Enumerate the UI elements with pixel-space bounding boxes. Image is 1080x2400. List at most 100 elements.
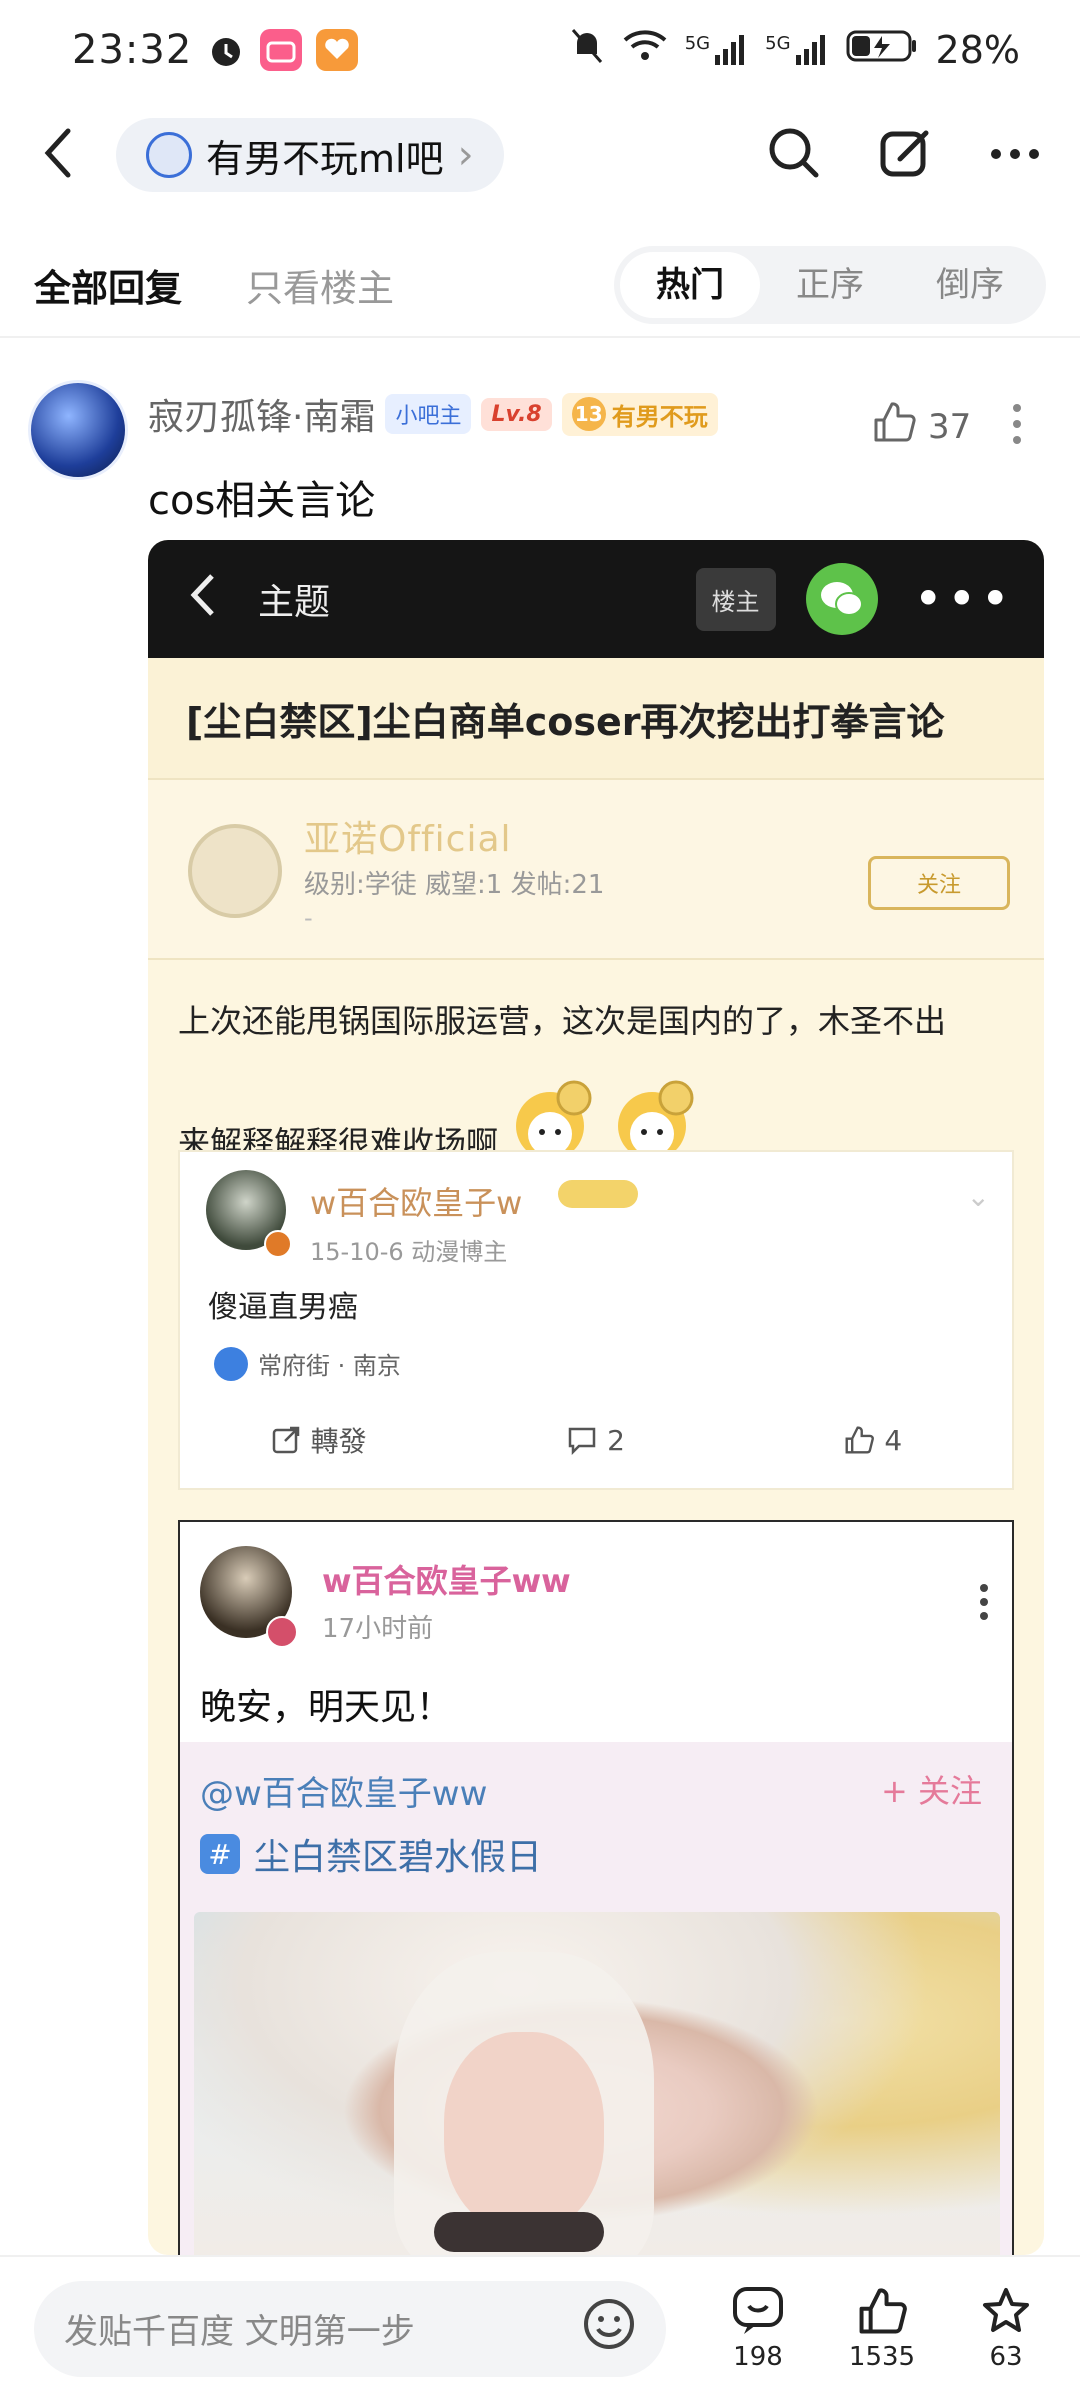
embed-headline: [尘白禁区]尘白商单coser再次挖出打拳言论 bbox=[148, 658, 1044, 780]
search-icon[interactable] bbox=[766, 125, 822, 185]
back-icon[interactable] bbox=[40, 125, 76, 185]
card1-location-text: 常府街 · 南京 bbox=[258, 1352, 401, 1380]
embed-poster-name: 亚诺Official bbox=[304, 819, 512, 860]
sort-ascending[interactable]: 正序 bbox=[760, 252, 900, 318]
author-avatar[interactable] bbox=[28, 380, 128, 480]
embed-poster-dash: - bbox=[304, 904, 313, 932]
embed-more-icon: ••• bbox=[913, 570, 1014, 628]
status-right: 5G 5G 28% bbox=[569, 26, 1020, 75]
more-options-icon[interactable] bbox=[990, 146, 1040, 165]
post-like-button[interactable]: 37 bbox=[872, 400, 971, 453]
level-badge: Lv.8 bbox=[481, 397, 552, 431]
fan-badge: 13 有男不玩 bbox=[561, 392, 718, 436]
card2-time: 17小时前 bbox=[322, 1614, 434, 1644]
bottom-actions: 198 1535 63 bbox=[718, 2286, 1046, 2372]
card1-location: 常府街 · 南京 bbox=[214, 1346, 401, 1381]
emoji-icon[interactable] bbox=[582, 2297, 636, 2360]
card2-topic-text: 尘白禁区碧水假日 bbox=[254, 1837, 543, 1878]
post-more-icon[interactable] bbox=[1010, 402, 1024, 450]
photo-face bbox=[444, 2032, 604, 2232]
card1-actions: 轉發 2 4 bbox=[180, 1420, 1012, 1460]
embed-back-icon bbox=[188, 572, 218, 627]
card2-name: w百合欧皇子ww bbox=[322, 1562, 571, 1600]
battery-percent: 28% bbox=[935, 28, 1020, 72]
verified-icon bbox=[264, 1230, 292, 1258]
favorites-count: 63 bbox=[989, 2341, 1023, 2372]
tab-owner-only[interactable]: 只看楼主 bbox=[246, 258, 394, 312]
fan-title: 有男不玩 bbox=[611, 402, 708, 431]
alarm-icon bbox=[206, 30, 246, 70]
reply-tabs: 全部回复 只看楼主 热门 正序 倒序 bbox=[0, 235, 1080, 335]
repost-icon bbox=[272, 1426, 299, 1454]
bottom-bar: 发贴千百度 文明第一步 198 1535 63 bbox=[0, 2255, 1080, 2400]
topic-hash-icon: # bbox=[200, 1834, 240, 1874]
card1-text: 傻逼直男癌 bbox=[208, 1290, 358, 1325]
weibo-card-1: w百合欧皇子w ⌄ 15-10-6 动漫博主 傻逼直男癌 常府街 · 南京 轉發… bbox=[178, 1150, 1014, 1490]
bilibili-app-icon bbox=[260, 29, 303, 71]
forum-name: 有男不玩ml吧 bbox=[206, 136, 444, 181]
cosplay-photo bbox=[194, 1912, 1000, 2255]
thumbs-up-icon bbox=[872, 400, 916, 453]
comment-icon bbox=[733, 2286, 783, 2334]
card2-text: 晚安，明天见！ bbox=[200, 1687, 453, 1728]
forum-logo-icon bbox=[146, 132, 192, 178]
forum-pill[interactable]: 有男不玩ml吧 › bbox=[116, 118, 504, 192]
mute-icon bbox=[569, 26, 605, 75]
embed-topbar: 主题 楼主 ••• bbox=[148, 540, 1044, 658]
card2-topic: # 尘白禁区碧水假日 bbox=[200, 1828, 542, 1880]
thumbs-up-icon bbox=[845, 1426, 875, 1454]
embed-follow-button: 关注 bbox=[867, 856, 1010, 910]
embed-poster-avatar bbox=[188, 824, 282, 918]
comments-button[interactable]: 198 bbox=[718, 2286, 798, 2372]
post-like-count: 37 bbox=[928, 406, 972, 447]
card1-repost: 轉發 bbox=[180, 1420, 457, 1460]
weibo-card-2: w百合欧皇子ww 17小时前 晚安，明天见！ @w百合欧皇子ww + 关注 # … bbox=[178, 1520, 1014, 2255]
tab-all-replies[interactable]: 全部回复 bbox=[34, 258, 182, 312]
sort-hot[interactable]: 热门 bbox=[620, 252, 760, 318]
embedded-screenshot[interactable]: 主题 楼主 ••• [尘白禁区]尘白商单coser再次挖出打拳言论 亚诺Offi… bbox=[148, 540, 1044, 2255]
embed-body-line1: 上次还能甩锅国际服运营，这次是国内的了，木圣不出 bbox=[178, 1002, 947, 1040]
status-bar: 23:32 5G 5G 28% bbox=[0, 0, 1080, 100]
reply-input[interactable]: 发贴千百度 文明第一步 bbox=[34, 2280, 666, 2377]
card1-comment-count: 2 bbox=[607, 1423, 625, 1457]
card1-name: w百合欧皇子w bbox=[310, 1184, 523, 1222]
author-name[interactable]: 寂刃孤锋·南霜 bbox=[148, 388, 375, 440]
network-type-2: 5G bbox=[765, 33, 791, 54]
star-icon bbox=[983, 2287, 1029, 2332]
nav-actions bbox=[766, 125, 1040, 185]
battery-icon bbox=[846, 28, 918, 73]
embed-poster-meta: 级别:学徒 威望:1 发帖:21 bbox=[304, 870, 605, 900]
card1-like: 4 bbox=[735, 1420, 1012, 1460]
favorite-button[interactable]: 63 bbox=[966, 2286, 1046, 2372]
sort-descending[interactable]: 倒序 bbox=[900, 252, 1040, 318]
location-pin-icon bbox=[214, 1346, 248, 1381]
card2-repost-block: @w百合欧皇子ww + 关注 # 尘白禁区碧水假日 bbox=[180, 1742, 1012, 2255]
sort-toggle: 热门 正序 倒序 bbox=[614, 246, 1046, 324]
card1-meta: 15-10-6 动漫博主 bbox=[310, 1238, 508, 1266]
photo-choker bbox=[434, 2212, 604, 2252]
comment-icon bbox=[568, 1427, 596, 1455]
edit-post-icon[interactable] bbox=[878, 125, 934, 185]
top-navbar: 有男不玩ml吧 › bbox=[0, 110, 1080, 200]
post-text: cos相关言论 bbox=[148, 478, 376, 524]
like-button[interactable]: 1535 bbox=[842, 2286, 922, 2372]
network-type-1: 5G bbox=[684, 33, 711, 54]
card1-chevron-icon: ⌄ bbox=[966, 1180, 990, 1213]
reply-placeholder: 发贴千百度 文明第一步 bbox=[64, 2312, 415, 2352]
embed-poster: 亚诺Official 级别:学徒 威望:1 发帖:21 - 关注 bbox=[148, 780, 1044, 960]
orange-app-icon bbox=[316, 29, 359, 71]
wifi-icon bbox=[623, 28, 667, 73]
card2-badge-icon bbox=[266, 1616, 298, 1648]
signal-icon-1: 5G bbox=[685, 33, 747, 67]
embed-owner-button: 楼主 bbox=[695, 567, 776, 631]
fan-level: 13 bbox=[571, 397, 606, 431]
forum-chevron-icon: › bbox=[457, 132, 474, 178]
thumbs-up-icon bbox=[859, 2287, 907, 2333]
likes-count: 1535 bbox=[848, 2341, 916, 2372]
card2-mention: @w百合欧皇子ww bbox=[200, 1774, 488, 1814]
status-time: 23:32 bbox=[72, 27, 193, 73]
card1-repost-label: 轉發 bbox=[310, 1425, 367, 1458]
moderator-badge: 小吧主 bbox=[385, 394, 472, 434]
card2-more-icon bbox=[978, 1582, 990, 1626]
wechat-icon bbox=[805, 563, 878, 635]
